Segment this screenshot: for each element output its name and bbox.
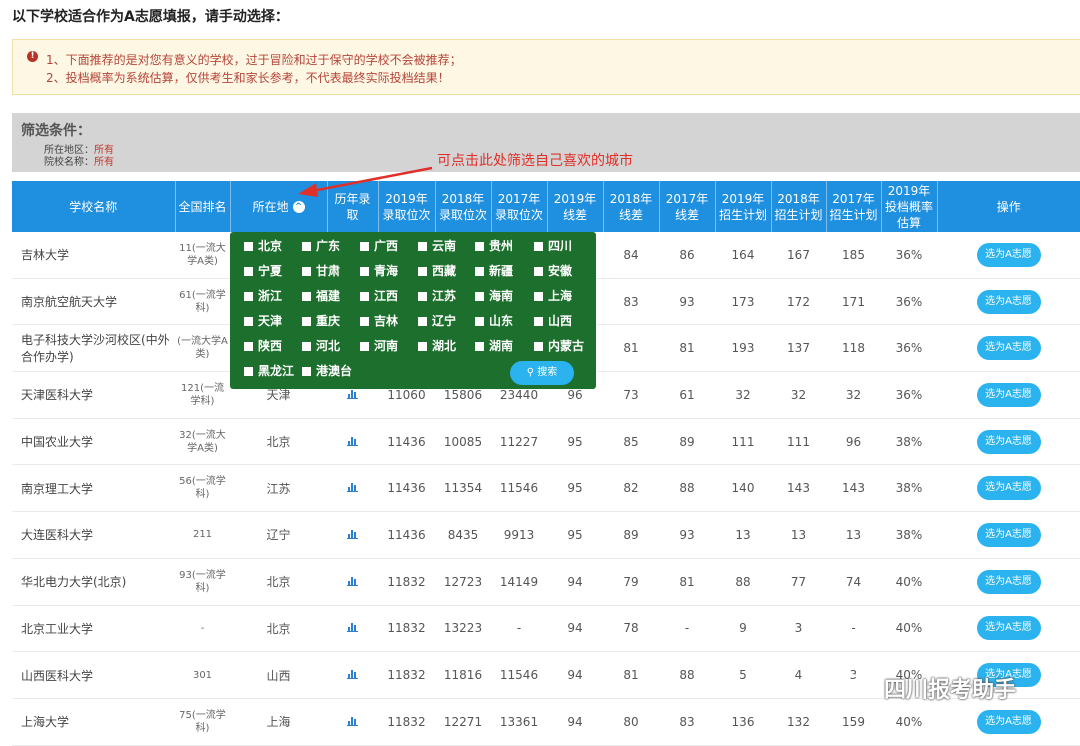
watermark-text: 四川报考助手 <box>884 678 1017 703</box>
wechat-logo-icon <box>836 673 870 695</box>
annotation-arrow <box>298 166 433 197</box>
